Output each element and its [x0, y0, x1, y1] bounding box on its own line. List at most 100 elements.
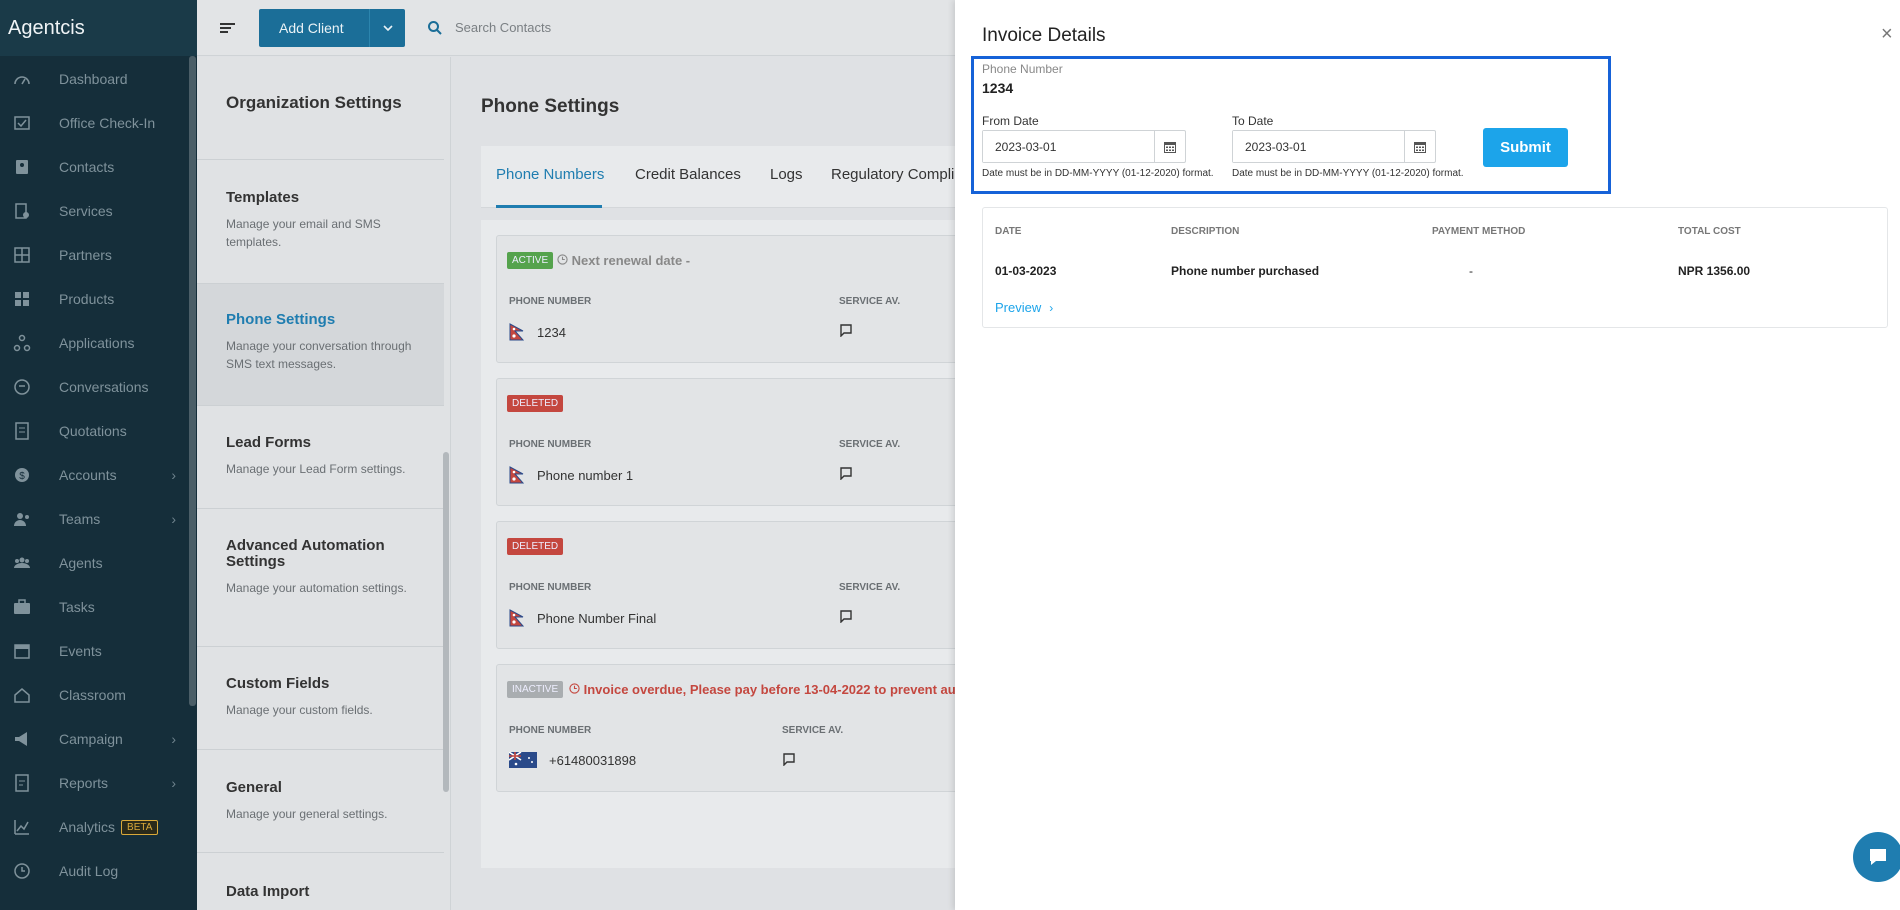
phone-number-text: Phone Number Final	[537, 610, 657, 626]
org-item-advanced-automation[interactable]: Advanced Automation Settings Manage your…	[226, 538, 431, 597]
org-item-desc: Manage your custom fields.	[226, 703, 373, 717]
hamburger-menu-icon[interactable]	[219, 20, 237, 41]
sidebar-item-services[interactable]: Services	[0, 196, 190, 226]
org-item-templates[interactable]: Templates Manage your email and SMS temp…	[226, 190, 431, 251]
sidebar-item-label: Agents	[59, 555, 103, 571]
invoice-table: DATE DESCRIPTION PAYMENT METHOD TOTAL CO…	[982, 207, 1888, 328]
to-date-input[interactable]	[1233, 131, 1405, 162]
sidebar-item-events[interactable]: Events	[0, 636, 190, 666]
sidebar-item-dashboard[interactable]: Dashboard	[0, 64, 190, 94]
sidebar-item-label: Partners	[59, 247, 112, 263]
chat-support-button[interactable]	[1853, 832, 1900, 882]
preview-link[interactable]: Preview ›	[995, 300, 1053, 315]
column-header-description: DESCRIPTION	[1171, 226, 1240, 237]
sidebar-item-label: Events	[59, 643, 102, 659]
tab-logs[interactable]: Logs	[770, 166, 803, 183]
sidebar-item-classroom[interactable]: Classroom	[0, 680, 190, 710]
sidebar-item-label: Conversations	[59, 379, 149, 395]
table-cell-description: Phone number purchased	[1171, 264, 1320, 278]
status-badge: DELETED	[507, 395, 564, 412]
brand-logo[interactable]: Agentcis	[0, 0, 197, 56]
tab-phone-numbers[interactable]: Phone Numbers	[496, 166, 604, 183]
sidebar-scrollbar[interactable]	[189, 56, 196, 706]
org-item-title: Data Import	[226, 883, 310, 900]
phone-number-card: DELETED PHONE NUMBER SERVICE AV. Phone n…	[496, 378, 961, 506]
sidebar-item-audit-log[interactable]: Audit Log	[0, 856, 190, 886]
sidebar-item-agents[interactable]: Agents	[0, 548, 190, 578]
renewal-note-text: Next renewal date -	[571, 253, 691, 268]
close-icon[interactable]: ×	[1881, 24, 1893, 44]
sms-service-icon	[839, 466, 853, 485]
sidebar-item-reports[interactable]: Reports ›	[0, 768, 190, 798]
sidebar-item-office-check-in[interactable]: Office Check-In	[0, 108, 190, 138]
sidebar-item-label: Quotations	[59, 423, 127, 439]
sidebar-item-tasks[interactable]: Tasks	[0, 592, 190, 622]
sidebar: Agentcis Dashboard Office Check-In Contact…	[0, 0, 197, 910]
org-item-title: Phone Settings	[226, 311, 336, 328]
contacts-icon	[10, 157, 34, 177]
from-date-input[interactable]	[983, 131, 1155, 162]
sidebar-item-partners[interactable]: Partners	[0, 240, 190, 270]
chevron-down-icon[interactable]	[369, 9, 405, 47]
org-item-data-import[interactable]: Data Import	[226, 884, 431, 900]
sidebar-item-teams[interactable]: Teams ›	[0, 504, 190, 534]
status-badge: DELETED	[507, 538, 564, 555]
submit-button[interactable]: Submit	[1483, 128, 1568, 167]
sidebar-item-label: Teams	[59, 511, 101, 527]
sidebar-item-campaign[interactable]: Campaign ›	[0, 724, 190, 754]
speedometer-icon	[10, 69, 34, 89]
sidebar-item-label: Accounts	[59, 467, 117, 483]
divider	[197, 283, 444, 284]
audit-log-icon	[10, 861, 34, 881]
org-item-title: Lead Forms	[226, 434, 312, 451]
sms-service-icon	[839, 323, 853, 342]
sidebar-item-applications[interactable]: Applications	[0, 328, 190, 358]
calendar-icon[interactable]	[1155, 131, 1185, 162]
sidebar-item-quotations[interactable]: Quotations	[0, 416, 190, 446]
sidebar-item-label: Tasks	[59, 599, 95, 615]
overdue-note: Invoice overdue, Please pay before 13-04…	[569, 682, 959, 697]
events-icon	[10, 641, 34, 661]
phone-number-value: Phone number 1	[509, 466, 633, 484]
sidebar-item-products[interactable]: Products	[0, 284, 190, 314]
column-header-date: DATE	[995, 226, 1022, 237]
org-settings-title: Organization Settings	[226, 93, 402, 112]
org-item-desc: Manage your automation settings.	[226, 581, 407, 595]
org-item-desc: Manage your Lead Form settings.	[226, 462, 406, 476]
sidebar-item-accounts[interactable]: $ Accounts ›	[0, 460, 190, 490]
org-item-general[interactable]: General Manage your general settings.	[226, 780, 431, 823]
calendar-icon[interactable]	[1405, 131, 1435, 162]
divider	[197, 749, 444, 750]
divider	[197, 852, 444, 853]
phone-number-label: Phone Number	[982, 62, 1063, 76]
tab-credit-balances[interactable]: Credit Balances	[635, 166, 741, 183]
sidebar-item-label: Contacts	[59, 159, 115, 175]
sms-service-icon	[839, 609, 853, 628]
phone-number-value: +61480031898	[509, 752, 636, 768]
org-item-title: Advanced Automation Settings	[226, 537, 385, 570]
org-item-custom-fields[interactable]: Custom Fields Manage your custom fields.	[226, 676, 431, 719]
from-date-hint: Date must be in DD-MM-YYYY (01-12-2020) …	[982, 168, 1214, 179]
col-service: SERVICE AV.	[782, 725, 844, 736]
search-icon[interactable]	[427, 20, 443, 41]
sidebar-item-label: Dashboard	[59, 71, 128, 87]
sidebar-item-label: Classroom	[59, 687, 126, 703]
org-item-lead-forms[interactable]: Lead Forms Manage your Lead Form setting…	[226, 435, 431, 478]
nepal-flag-icon	[509, 323, 525, 341]
phone-number-value: 1234	[509, 323, 566, 341]
sidebar-item-label: Reports	[59, 775, 109, 791]
org-item-phone-settings[interactable]: Phone Settings Manage your conversation …	[226, 312, 431, 373]
phone-number-text: Phone number 1	[537, 467, 634, 483]
table-cell-payment-method: -	[1469, 264, 1473, 278]
sidebar-item-contacts[interactable]: Contacts	[0, 152, 190, 182]
sidebar-item-label: Applications	[59, 335, 135, 351]
to-date-hint: Date must be in DD-MM-YYYY (01-12-2020) …	[1232, 168, 1464, 179]
search-input[interactable]	[455, 14, 755, 40]
org-settings-scrollbar[interactable]	[443, 452, 449, 792]
add-client-button[interactable]: Add Client	[259, 9, 405, 47]
sidebar-item-conversations[interactable]: Conversations	[0, 372, 190, 402]
preview-label: Preview	[995, 300, 1042, 315]
sidebar-item-analytics[interactable]: Analytics BETA	[0, 812, 190, 842]
tab-regulatory-compliance[interactable]: Regulatory Compli	[831, 166, 954, 183]
phone-number-card: ACTIVE Next renewal date - PHONE NUMBER …	[496, 235, 961, 363]
